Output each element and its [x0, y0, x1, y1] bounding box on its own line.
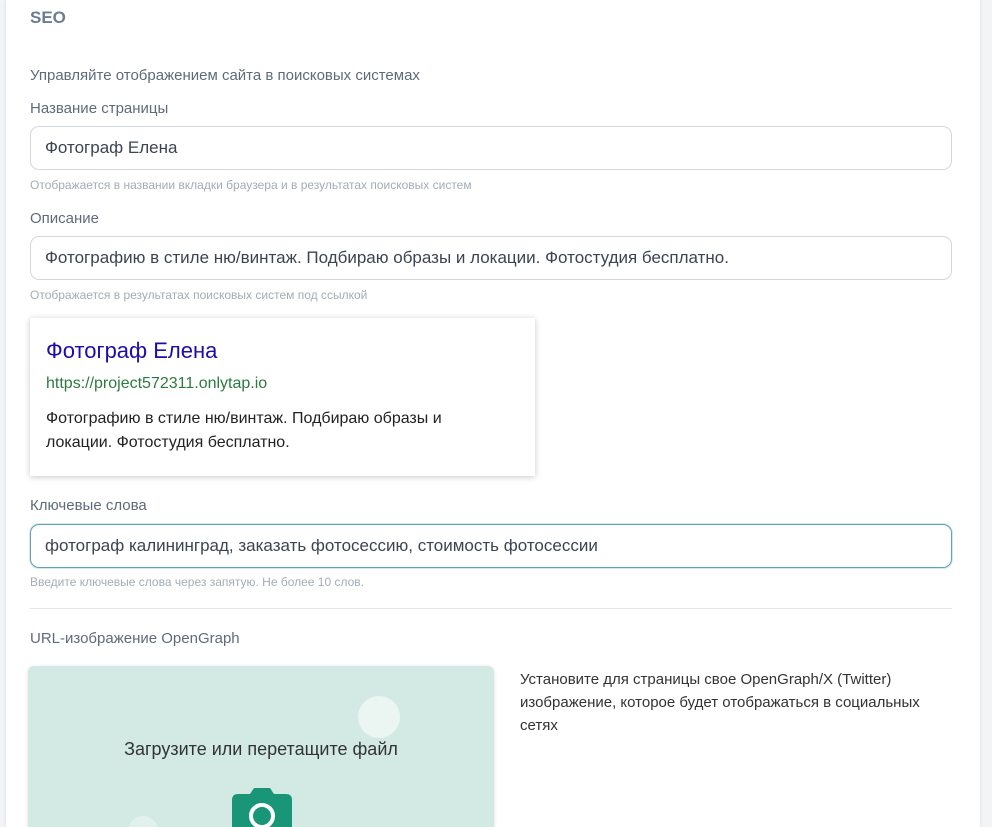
page-name-label: Название страницы	[30, 100, 169, 117]
section-subtitle: Управляйте отображением сайта в поисковы…	[30, 67, 420, 84]
preview-title: Фотограф Елена	[46, 338, 218, 363]
search-result-preview: Фотограф Елена https://project572311.onl…	[30, 318, 535, 476]
description-hint: Отображается в результатах поисковых сис…	[30, 288, 368, 302]
keywords-label: Ключевые слова	[30, 497, 147, 514]
page-name-hint: Отображается в названии вкладки браузера…	[30, 178, 472, 192]
upload-prompt: Загрузите или перетащите файл	[124, 739, 398, 759]
decorative-circle	[358, 696, 400, 738]
camera-icon	[232, 788, 292, 827]
seo-settings-panel: SEO Управляйте отображением сайта в поис…	[6, 0, 980, 827]
opengraph-label: URL-изображение OpenGraph	[30, 630, 240, 647]
description-input[interactable]: Фотографию в стиле ню/винтаж. Подбираю о…	[30, 236, 952, 280]
keywords-hint: Введите ключевые слова через запятую. Не…	[30, 575, 365, 589]
preview-url: https://project572311.onlytap.io	[46, 375, 268, 392]
opengraph-upload-dropzone[interactable]: Загрузите или перетащите файл	[28, 666, 494, 827]
preview-description: Фотографию в стиле ню/винтаж. Подбираю о…	[46, 410, 442, 451]
decorative-circle	[128, 816, 158, 827]
page-name-input[interactable]: Фотограф Елена	[30, 126, 952, 170]
description-label: Описание	[30, 210, 100, 227]
section-title: SEO	[30, 8, 66, 27]
divider	[30, 608, 952, 609]
keywords-input[interactable]: фотограф калининград, заказать фотосесси…	[30, 524, 952, 568]
opengraph-description: Установите для страницы свое OpenGraph/X…	[520, 671, 920, 734]
